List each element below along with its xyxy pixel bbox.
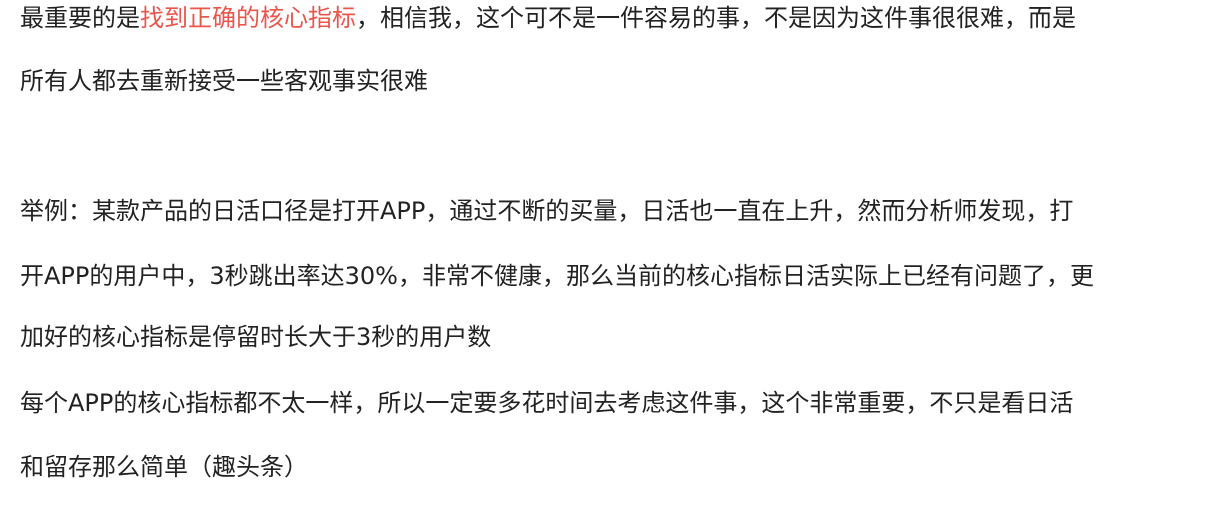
example-line-3: 加好的核心指标是停留时长大于3秒的用户数 xyxy=(20,323,492,351)
paragraph-1-line-2: 所有人都去重新接受一些客观事实很难 xyxy=(20,67,428,95)
paragraph-1-prefix: 最重要的是 xyxy=(20,4,140,32)
example-line-2: 开APP的用户中，3秒跳出率达30%，非常不健康，那么当前的核心指标日活实际上已… xyxy=(20,262,1094,290)
conclusion-line-2: 和留存那么简单（趣头条） xyxy=(20,453,308,481)
paragraph-1-line-1: 最重要的是找到正确的核心指标，相信我，这个可不是一件容易的事，不是因为这件事很很… xyxy=(20,1,1076,35)
example-line-1: 举例：某款产品的日活口径是打开APP，通过不断的买量，日活也一直在上升，然而分析… xyxy=(20,197,1074,225)
paragraph-1-suffix: ，相信我，这个可不是一件容易的事，不是因为这件事很很难，而是 xyxy=(356,4,1076,32)
core-metric-highlight: 找到正确的核心指标 xyxy=(140,4,356,32)
conclusion-line-1: 每个APP的核心指标都不太一样，所以一定要多花时间去考虑这件事，这个非常重要，不… xyxy=(20,389,1074,417)
